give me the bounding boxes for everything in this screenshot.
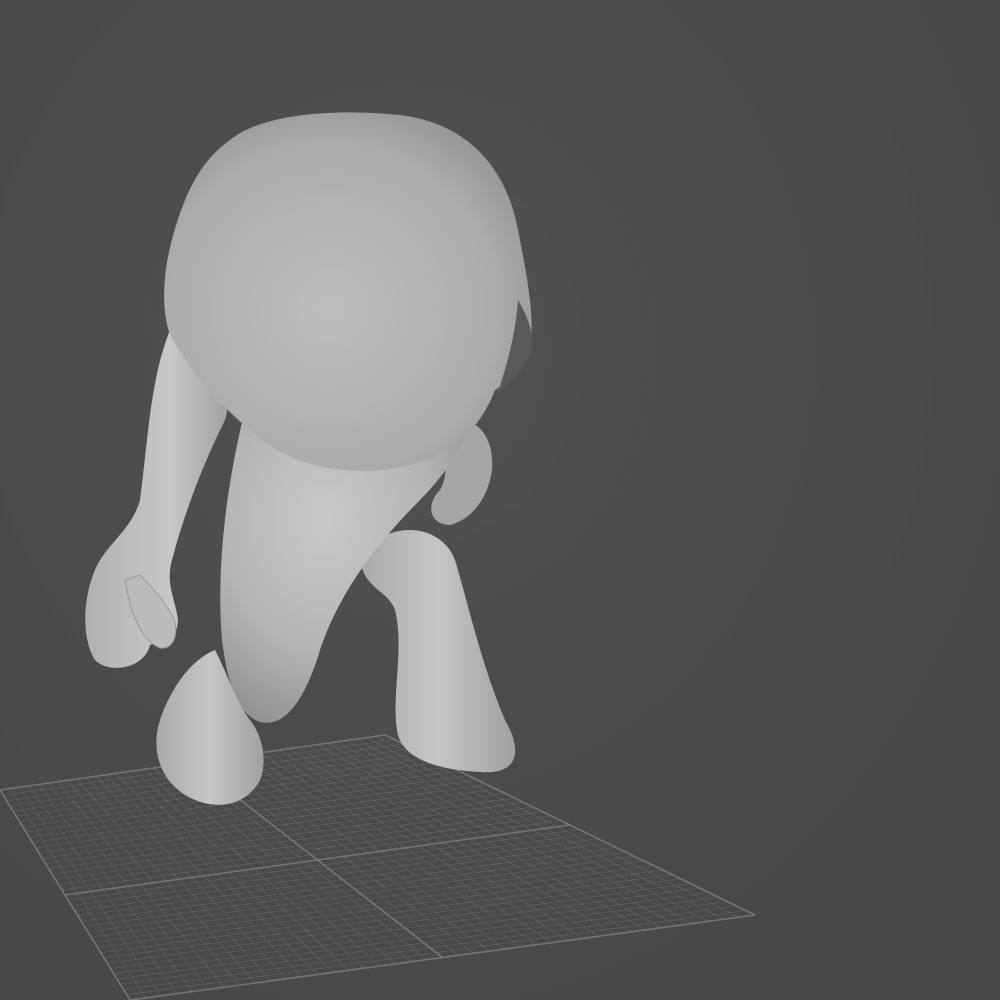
grid-line <box>346 740 693 924</box>
grid-line <box>120 901 728 985</box>
grid-line <box>336 741 678 926</box>
viewport-scene[interactable] <box>0 0 1000 1000</box>
ground-grid[interactable] <box>0 734 756 1000</box>
grid-line <box>126 910 746 996</box>
grid-line <box>129 914 756 1000</box>
grid-line <box>123 905 737 990</box>
character-model[interactable] <box>85 112 533 805</box>
3d-viewport[interactable] <box>0 0 1000 1000</box>
